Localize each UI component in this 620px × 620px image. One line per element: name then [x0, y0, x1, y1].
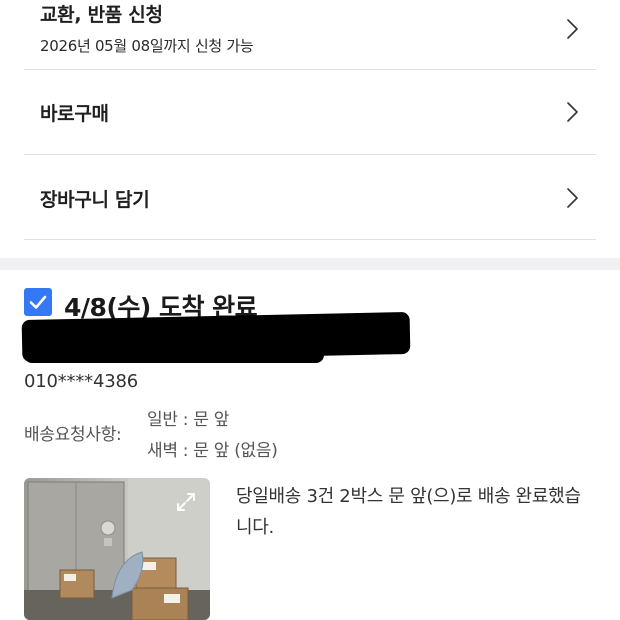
- add-to-cart-title: 장바구니 담기: [40, 189, 150, 211]
- expand-icon[interactable]: [174, 490, 198, 514]
- delivery-request-label: 배송요청사항:: [24, 425, 122, 445]
- delivery-request-general: 일반 : 문 앞: [147, 410, 230, 430]
- buy-now-title: 바로구매: [40, 103, 109, 125]
- exchange-return-deadline: 2026년 05월 08일까지 신청 가능: [40, 37, 254, 55]
- chevron-right-icon: [567, 19, 578, 39]
- delivery-completion-message: 당일배송 3건 2박스 문 앞(으)로 배송 완료했습니다.: [236, 486, 581, 538]
- exchange-return-row[interactable]: 교환, 반품 신청 2026년 05월 08일까지 신청 가능: [24, 0, 596, 70]
- redaction-bar: [24, 335, 324, 363]
- chevron-right-icon: [567, 188, 578, 208]
- delivery-request-dawn: 새벽 : 문 앞 (없음): [147, 441, 278, 461]
- buy-now-row[interactable]: 바로구매: [24, 70, 596, 155]
- checkbox-checked-icon[interactable]: [24, 288, 52, 316]
- add-to-cart-row[interactable]: 장바구니 담기: [24, 155, 596, 240]
- delivery-proof-photo[interactable]: [24, 478, 210, 620]
- section-divider: [0, 258, 620, 270]
- chevron-right-icon: [567, 102, 578, 122]
- exchange-return-title: 교환, 반품 신청: [40, 4, 163, 26]
- recipient-phone: 010****4386: [24, 371, 138, 392]
